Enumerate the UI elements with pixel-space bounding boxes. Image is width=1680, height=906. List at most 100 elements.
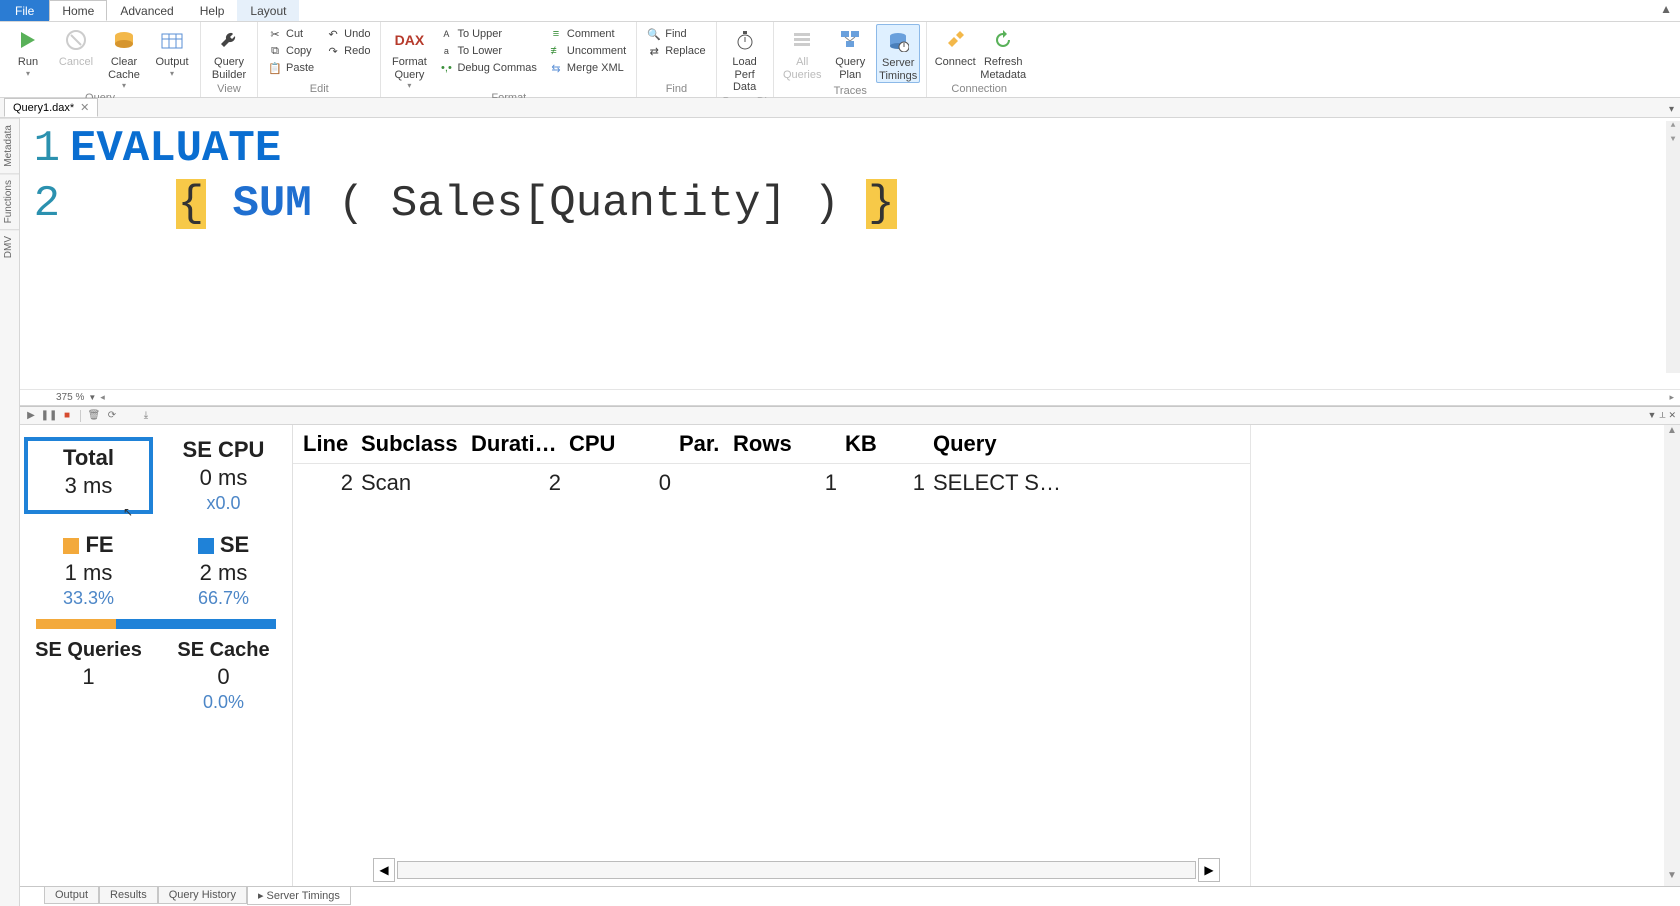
detail-scroll-down-icon[interactable]: ▼ — [1667, 870, 1677, 886]
trace-export-button[interactable]: ⤓ — [139, 409, 153, 423]
detail-vertical-scrollbar[interactable]: ▲ ▼ — [1664, 425, 1680, 886]
trace-start-button[interactable]: ▶ — [24, 409, 38, 423]
undo-button[interactable]: ↶Undo — [322, 26, 374, 42]
find-button[interactable]: 🔍Find — [643, 26, 709, 42]
copy-button[interactable]: ⧉Copy — [264, 43, 318, 59]
doc-tabstrip-menu[interactable]: ▾ — [1663, 102, 1680, 117]
server-timings-label: Server Timings — [879, 57, 917, 82]
trace-clear-button[interactable]: 🗑 — [87, 409, 101, 423]
run-button[interactable]: Run ▾ — [6, 24, 50, 78]
all-queries-button[interactable]: All Queries — [780, 24, 824, 81]
paste-button[interactable]: 📋Paste — [264, 60, 318, 76]
query-plan-button[interactable]: Query Plan — [828, 24, 872, 81]
trace-refresh-button[interactable]: ⟳ — [105, 409, 119, 423]
load-perf-label: Load Perf Data — [725, 56, 765, 94]
output-label: Output — [155, 56, 188, 69]
timing-se-cache: SE Cache 0 0.0% — [159, 639, 288, 713]
editor-content[interactable]: EVALUATE { SUM ( Sales[Quantity] ) } — [70, 122, 1680, 389]
ribbon-tab-layout[interactable]: Layout — [237, 0, 299, 21]
pane-menu-icon[interactable]: ▼ — [1648, 410, 1657, 421]
query-builder-button[interactable]: Query Builder — [207, 24, 251, 81]
keyword-evaluate: EVALUATE — [70, 124, 281, 174]
se-bar-segment — [116, 619, 276, 629]
col-duration[interactable]: Duration — [467, 431, 565, 457]
clear-cache-button[interactable]: Clear Cache ▾ — [102, 24, 146, 90]
comment-button[interactable]: ≡Comment — [545, 26, 630, 42]
ribbon-group-view: Query Builder View — [201, 22, 258, 97]
replace-icon: ⇄ — [647, 44, 661, 58]
events-horizontal-scrollbar[interactable]: ◀ ▶ — [373, 856, 1220, 884]
hscroll-left-icon[interactable]: ◂ — [100, 392, 105, 403]
bottom-tabstrip: Output Results Query History Server Timi… — [20, 886, 1680, 906]
col-kb[interactable]: KB — [841, 431, 929, 457]
brace-open: { — [176, 179, 206, 229]
side-tabstrip: Metadata Functions DMV — [0, 118, 20, 906]
col-subclass[interactable]: Subclass — [357, 431, 467, 457]
trace-pause-button[interactable]: ❚❚ — [42, 409, 56, 423]
close-icon[interactable]: ✕ — [80, 101, 89, 114]
col-rows[interactable]: Rows — [729, 431, 841, 457]
format-query-label: Format Query — [392, 56, 427, 81]
hscroll-left-button[interactable]: ◀ — [373, 858, 395, 882]
debug-commas-button[interactable]: •,•Debug Commas — [435, 60, 540, 76]
ribbon-tab-advanced[interactable]: Advanced — [107, 0, 186, 21]
to-upper-button[interactable]: ATo Upper — [435, 26, 540, 42]
replace-button[interactable]: ⇄Replace — [643, 43, 709, 59]
trace-stop-button[interactable]: ■ — [60, 409, 74, 423]
editor-gutter: 1 2 — [20, 122, 70, 389]
col-query[interactable]: Query — [929, 431, 1077, 457]
ribbon-tab-home[interactable]: Home — [49, 0, 107, 21]
zoom-level[interactable]: 375 % — [56, 392, 84, 403]
events-row[interactable]: 2 Scan 2 0 1 1 SELECT SUM ( — [293, 464, 1250, 502]
sidetab-metadata[interactable]: Metadata — [0, 118, 19, 173]
hscroll-right-icon[interactable]: ▸ — [1669, 392, 1674, 403]
code-editor[interactable]: 1 2 EVALUATE { SUM ( Sales[Quantity] ) }… — [20, 118, 1680, 389]
pane-close-icon[interactable]: ✕ — [1668, 410, 1676, 421]
document-tab[interactable]: Query1.dax* ✕ — [4, 98, 98, 117]
merge-xml-button[interactable]: ⇆Merge XML — [545, 60, 630, 76]
find-icon: 🔍 — [647, 27, 661, 41]
format-query-button[interactable]: DAX Format Query ▾ — [387, 24, 431, 90]
output-button[interactable]: Output ▾ — [150, 24, 194, 78]
scroll-down-icon[interactable]: ▼ — [1666, 135, 1680, 149]
cancel-button[interactable]: Cancel — [54, 24, 98, 69]
detail-scroll-up-icon[interactable]: ▲ — [1667, 425, 1677, 441]
bottom-tab-output[interactable]: Output — [44, 887, 99, 904]
cancel-icon — [62, 26, 90, 54]
cut-button[interactable]: ✂Cut — [264, 26, 318, 42]
redo-button[interactable]: ↷Redo — [322, 43, 374, 59]
col-cpu[interactable]: CPU — [565, 431, 675, 457]
pane-pin-icon[interactable]: ⟂ — [1659, 410, 1665, 421]
uncomment-button[interactable]: ≢Uncomment — [545, 43, 630, 59]
server-timings-button[interactable]: Server Timings — [876, 24, 920, 83]
bottom-tab-results[interactable]: Results — [99, 887, 158, 904]
bottom-tab-server-timings[interactable]: Server Timings — [247, 887, 351, 905]
to-lower-button[interactable]: aTo Lower — [435, 43, 540, 59]
to-upper-icon: A — [439, 27, 453, 41]
refresh-metadata-button[interactable]: Refresh Metadata — [981, 24, 1025, 81]
refresh-icon — [989, 26, 1017, 54]
ribbon-tab-file[interactable]: File — [0, 0, 49, 21]
dax-icon: DAX — [395, 26, 423, 54]
scroll-up-icon[interactable]: ▲ — [1666, 121, 1680, 135]
sidetab-functions[interactable]: Functions — [0, 173, 19, 229]
editor-vertical-scrollbar[interactable]: ▲ ▼ — [1666, 121, 1680, 373]
ribbon-tabstrip: File Home Advanced Help Layout ▲ — [0, 0, 1680, 22]
bottom-tab-history[interactable]: Query History — [158, 887, 247, 904]
ribbon-group-query: Run ▾ Cancel Clear Cache ▾ Output ▾ Quer… — [0, 22, 201, 97]
col-line[interactable]: Line — [299, 431, 357, 457]
debug-commas-icon: •,• — [439, 61, 453, 75]
uncomment-icon: ≢ — [549, 44, 563, 58]
ribbon-tab-help[interactable]: Help — [187, 0, 238, 21]
load-perf-data-button[interactable]: Load Perf Data — [723, 24, 767, 94]
ribbon-collapse-button[interactable]: ▲ — [1652, 0, 1680, 21]
connect-button[interactable]: Connect — [933, 24, 977, 69]
col-par[interactable]: Par. — [675, 431, 729, 457]
hscroll-track[interactable] — [397, 861, 1196, 879]
wrench-icon — [215, 26, 243, 54]
hscroll-right-button[interactable]: ▶ — [1198, 858, 1220, 882]
results-pane: ▶ ❚❚ ■ 🗑 ⟳ ⤓ ▼ ⟂ ✕ — [20, 406, 1680, 886]
zoom-dropdown-icon[interactable]: ▼ — [88, 393, 96, 402]
timing-se: SE 2 ms 66.7% — [159, 532, 288, 609]
sidetab-dmv[interactable]: DMV — [0, 229, 19, 264]
